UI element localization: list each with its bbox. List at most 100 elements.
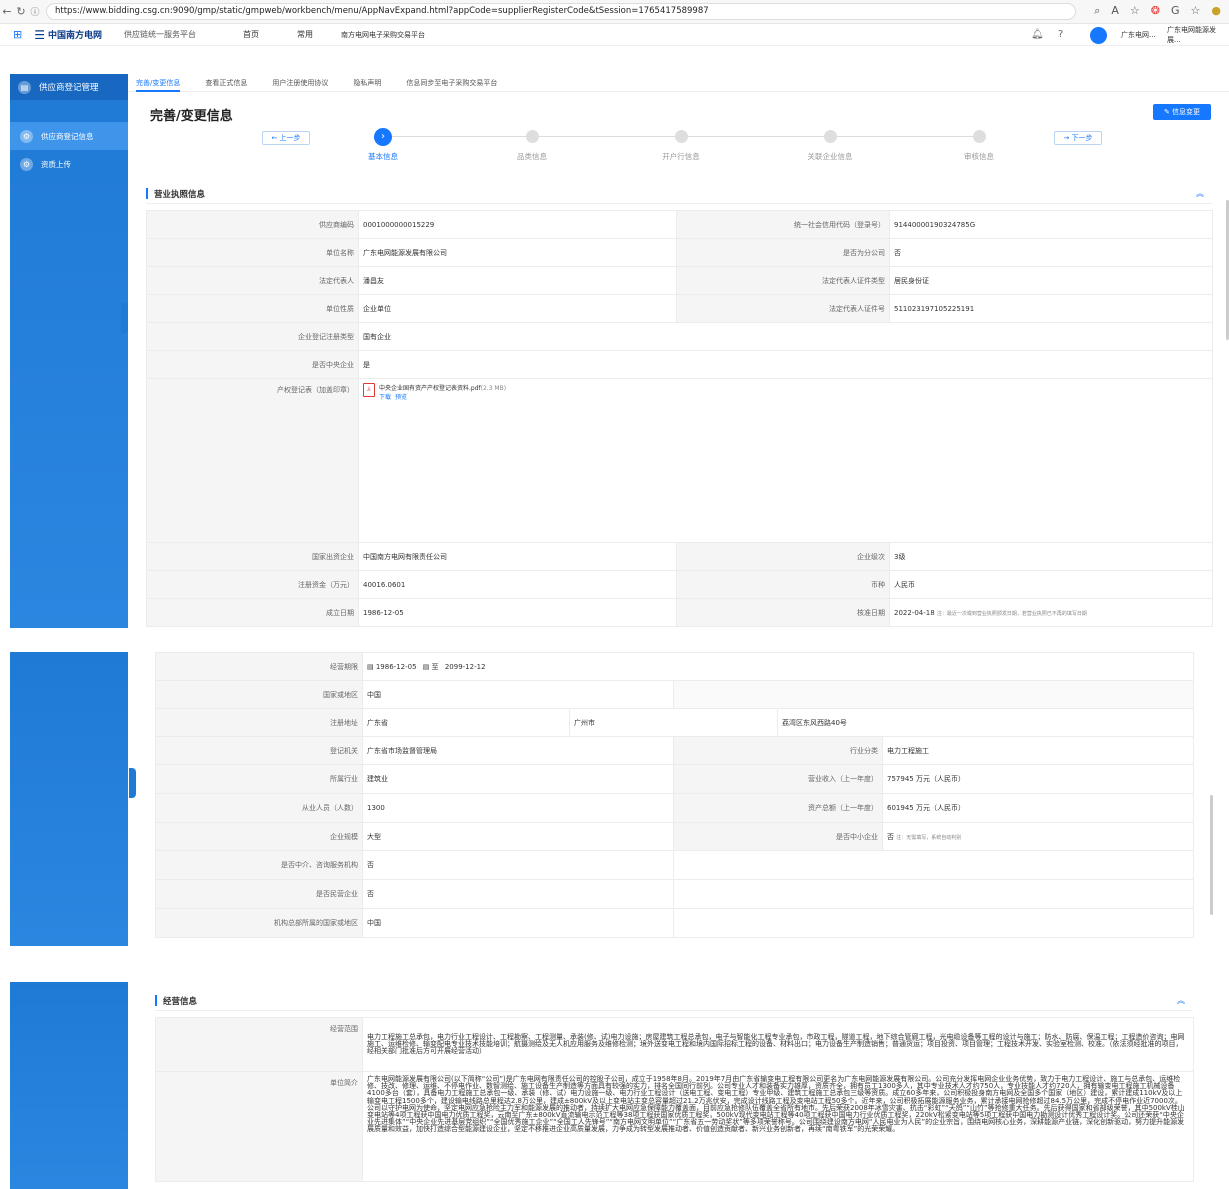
license-heading: 营业执照信息: [154, 189, 206, 200]
table-row: 国家出资企业 中国南方电网有限责任公司 企业级次 3级: [146, 542, 1213, 571]
assets-value: 601945: [887, 804, 914, 812]
next-step-button[interactable]: → 下一步: [1054, 131, 1102, 145]
table-row: 产权登记表（加盖印章） ⅄ 中央企业国有资产产权登记表资料.pdf(2.3 MB…: [146, 378, 1213, 543]
field-label: 登记机关: [155, 736, 363, 765]
table-row: 是否中央企业是: [146, 350, 1213, 379]
table-row: 国家或地区 中国: [155, 680, 1195, 709]
sidebar-collapse-handle-2[interactable]: [129, 768, 136, 798]
file-cell: ⅄ 中央企业国有资产产权登记表资料.pdf(2.3 MB) 下载 预览: [358, 378, 1213, 543]
field-value: 否: [889, 238, 1213, 267]
step-category-info[interactable]: 品类信息: [492, 151, 572, 162]
field-value: 中国南方电网有限责任公司: [358, 542, 677, 571]
field-label: 从业人员（人数）: [155, 793, 363, 823]
collapse-icon[interactable]: ︽: [1196, 188, 1204, 199]
profile-icon[interactable]: ●: [1211, 4, 1221, 18]
apps-grid-icon[interactable]: ⊞: [13, 28, 22, 41]
step-bank-info[interactable]: 开户行信息: [641, 151, 721, 162]
favorites-bar-icon[interactable]: ☆: [1191, 4, 1201, 18]
back-icon[interactable]: ←: [0, 5, 14, 18]
sidebar-item-qualification[interactable]: ⚙ 资质上传: [10, 150, 128, 178]
field-label: 企业登记注册类型: [146, 322, 359, 351]
field-value: 757945 万元（人民币）: [881, 764, 1195, 794]
avatar[interactable]: [1090, 27, 1107, 44]
sidebar-item-supplier-info[interactable]: ⚙ 供应商登记信息: [10, 122, 128, 150]
file-name: 中央企业国有资产产权登记表资料.pdf: [379, 385, 481, 392]
download-link[interactable]: 下载: [379, 394, 391, 401]
change-info-button[interactable]: ✎ 信息变更: [1153, 104, 1211, 120]
tab-view-official[interactable]: 查看正式信息: [205, 74, 247, 92]
user-company-short[interactable]: 广东电网...: [1121, 30, 1156, 40]
sidebar-collapse-handle[interactable]: [121, 303, 128, 333]
file-size: (2.3 MB): [480, 385, 507, 392]
business-section-header: 经营信息 ︽: [155, 991, 1193, 1011]
logo-mark-icon: ☰: [34, 27, 45, 42]
sidebar-continued-2: [10, 982, 128, 1189]
sme-value: 否: [887, 832, 894, 841]
tab-privacy[interactable]: 隐私声明: [353, 74, 381, 92]
section-bar: [155, 995, 157, 1006]
company-intro-text: 广东电网能源发展有限公司(以下简称“公司”)是广东电网有限责任公司的控股子公司，…: [362, 1071, 1194, 1182]
field-label: 机构总部所属的国家或地区: [155, 908, 363, 938]
help-icon[interactable]: ?: [1058, 29, 1063, 40]
detail-table: 经营期限 ▤ 1986-12-05 ▤ 至 2099-12-12 国家或地区 中国 …: [155, 652, 1195, 938]
site-info-icon[interactable]: ⓘ: [28, 5, 42, 18]
step-dot[interactable]: [526, 130, 539, 143]
sidebar: ▤ 供应商登记管理 ⚙ 供应商登记信息 ⚙ 资质上传: [10, 74, 128, 628]
table-row: 登记机关 广东省市场监督管理局 行业分类 电力工程施工: [155, 736, 1195, 765]
preview-link[interactable]: 预览: [395, 394, 407, 401]
field-value: 居民身份证: [889, 266, 1213, 295]
banner-text: 南方电网电子采购交易平台: [341, 30, 425, 39]
table-row: 供应商编码 0001000000015229 统一社会信用代码（登录号） 914400…: [146, 210, 1213, 239]
sidebar-module[interactable]: ▤ 供应商登记管理: [10, 74, 128, 100]
field-label: 经营期限: [155, 652, 363, 681]
read-aloud-icon[interactable]: A: [1111, 4, 1119, 18]
city-value: 广州市: [569, 708, 778, 737]
empty-cell: [672, 908, 1195, 938]
user-company[interactable]: 广东电网能源发展...: [1167, 25, 1229, 45]
field-value: 中国: [362, 680, 674, 709]
tab-user-agreement[interactable]: 用户注册使用协议: [272, 74, 328, 92]
table-row: 成立日期 1986-12-05 核准日期 2022-04-18 注：最近一次或到营业执…: [146, 598, 1213, 627]
step-dot[interactable]: [675, 130, 688, 143]
step-basic-info[interactable]: 基本信息: [343, 151, 423, 162]
notification-icon[interactable]: 🔔︎: [1031, 29, 1044, 40]
favorite-icon[interactable]: ☆: [1130, 4, 1140, 18]
g-icon[interactable]: G: [1171, 4, 1180, 18]
step-current-icon[interactable]: ›: [374, 128, 392, 146]
url-field[interactable]: https://www.bidding.csg.cn:9090/gmp/stat…: [46, 3, 1076, 20]
tab-sync[interactable]: 信息同步至电子采购交易平台: [406, 74, 497, 92]
approval-date: 2022-04-18: [894, 608, 935, 617]
period-to-label: 至: [431, 662, 439, 671]
logo-text: 中国南方电网: [47, 31, 102, 41]
refresh-icon[interactable]: ↻: [14, 5, 28, 18]
field-label: 国家出资企业: [146, 542, 359, 571]
step-review-info[interactable]: 审核信息: [939, 151, 1019, 162]
table-row: 注册资金（万元） 40016.0601 币种 人民币: [146, 570, 1213, 599]
business-heading: 经营信息: [163, 996, 198, 1007]
search-icon[interactable]: ⌕: [1094, 4, 1100, 18]
step-related-company[interactable]: 关联企业信息: [790, 151, 870, 162]
street-value: 荔湾区东风西路40号: [776, 708, 1195, 737]
collapse-icon[interactable]: ︽: [1177, 995, 1185, 1006]
field-value: 广东省市场监督管理局: [362, 736, 674, 765]
field-label: 币种: [676, 570, 890, 599]
nav-home[interactable]: 首页: [243, 29, 259, 40]
scrollbar-2[interactable]: [1210, 795, 1213, 915]
tab-edit-info[interactable]: 完善/变更信息: [136, 74, 181, 92]
extension-icon[interactable]: ❂: [1151, 4, 1160, 18]
field-value: 91440000190324785G: [889, 210, 1213, 239]
step-dot[interactable]: [824, 130, 837, 143]
step-dot[interactable]: [973, 130, 986, 143]
period-from: 1986-12-05: [375, 662, 417, 671]
field-value: 2022-04-18 注：最近一次或到营业执照颁发日期，若营业执照已不再的填写日…: [889, 598, 1213, 627]
table-row: 单位性质 企业单位 法定代表人证件号 511023197105225191: [146, 294, 1213, 323]
field-label: 行业分类: [673, 736, 883, 765]
nav-common[interactable]: 常用: [297, 29, 313, 40]
prev-step-button[interactable]: ← 上一步: [262, 131, 310, 145]
empty-cell: [672, 879, 1195, 909]
field-label: 是否为分公司: [676, 238, 890, 267]
calendar-icon: ▤: [422, 662, 432, 671]
field-value: 国有企业: [358, 322, 1213, 351]
table-row: 企业规模 大型 是否中小企业否 注：无需填写，系统自动判别: [155, 822, 1195, 851]
field-value: 是: [358, 350, 1213, 379]
